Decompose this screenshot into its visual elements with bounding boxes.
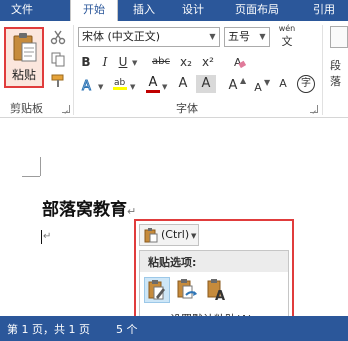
tab-references[interactable]: 引用 xyxy=(304,0,344,21)
shrink-font-arrow-icon: ▼ xyxy=(264,78,271,87)
svg-text:文: 文 xyxy=(282,34,293,46)
tab-insert[interactable]: 插入 xyxy=(124,0,164,21)
paste-options-heading: 粘贴选项: xyxy=(140,251,288,272)
paste-options-button[interactable]: (Ctrl) ▼ xyxy=(139,224,199,246)
chevron-down-icon: ▼ xyxy=(191,232,197,240)
font-color-button[interactable]: A xyxy=(146,75,160,93)
clear-formatting-icon[interactable]: A xyxy=(230,54,246,70)
copy-icon[interactable] xyxy=(50,51,66,67)
paragraph-mark: ↵ xyxy=(127,205,137,218)
tab-design[interactable]: 设计 xyxy=(172,0,214,21)
underline-dropdown-icon[interactable]: ▼ xyxy=(132,59,137,67)
ribbon-tab-bar: 文件 开始 插入 设计 页面布局 引用 xyxy=(0,0,348,21)
paste-icon xyxy=(13,33,37,62)
font-dialog-launcher[interactable] xyxy=(310,105,318,113)
phonetic-guide-icon[interactable]: 文 xyxy=(279,34,295,46)
page-count-status[interactable]: 第 1 页，共 1 页 xyxy=(7,321,90,337)
font-size-value: 五号 xyxy=(228,30,250,43)
enclose-char-button[interactable]: 字 xyxy=(297,75,315,93)
text-effects-dropdown-icon[interactable]: ▼ xyxy=(98,83,103,91)
group-divider xyxy=(73,25,74,115)
merge-formatting-button[interactable] xyxy=(174,277,200,303)
merge-formatting-icon xyxy=(177,279,197,299)
clipboard-group-label: 剪贴板 xyxy=(10,102,43,115)
paste-options-shortcut: (Ctrl) xyxy=(161,228,190,241)
shrink-font-button[interactable]: A xyxy=(176,75,190,93)
page-corner-mark xyxy=(40,157,41,176)
italic-button[interactable]: I xyxy=(98,53,112,71)
svg-text:A: A xyxy=(215,289,225,303)
underline-button[interactable]: U xyxy=(116,53,130,71)
keep-text-only-button[interactable]: A xyxy=(204,277,230,303)
paste-label: 粘贴 xyxy=(11,68,36,82)
strikethrough-button[interactable]: abc xyxy=(150,53,172,71)
tab-file[interactable]: 文件 xyxy=(0,0,44,21)
font-name-combo[interactable]: 宋体 (中文正文) ▼ xyxy=(78,27,220,47)
paragraph-group-label-partial: 段落 xyxy=(330,59,341,88)
svg-text:ab: ab xyxy=(114,78,126,88)
subscript-button[interactable]: x₂ xyxy=(178,53,194,71)
paste-button[interactable]: 粘贴 xyxy=(4,27,44,88)
document-heading[interactable]: 部落窝教育↵ xyxy=(42,195,136,220)
keep-text-only-icon: A xyxy=(207,279,225,303)
page-corner-mark xyxy=(22,176,40,177)
grow-font-arrow-icon: ▲ xyxy=(240,76,247,85)
font-name-value: 宋体 (中文正文) xyxy=(82,30,161,43)
paragraph-mark: ↵ xyxy=(43,231,52,242)
chevron-down-icon[interactable]: ▼ xyxy=(256,28,269,46)
group-divider xyxy=(322,25,323,115)
font-group-label: 字体 xyxy=(176,102,198,115)
superscript-button[interactable]: x² xyxy=(200,53,216,71)
shrink-font-size-button[interactable]: A xyxy=(252,79,264,97)
document-heading-text: 部落窝教育 xyxy=(42,200,127,220)
tab-home[interactable]: 开始 xyxy=(70,0,118,21)
format-painter-icon[interactable] xyxy=(50,73,66,89)
change-case-button[interactable]: A xyxy=(276,75,290,93)
ribbon: 粘贴 剪贴板 宋体 (中文正文) ▼ 五号 ▼ wén 文 B I U ▼ ab… xyxy=(0,21,348,118)
char-shading-button[interactable]: A xyxy=(196,75,216,93)
paragraph-style-box[interactable] xyxy=(330,26,348,48)
clipboard-dialog-launcher[interactable] xyxy=(62,105,70,113)
text-cursor xyxy=(41,230,42,244)
highlight-dropdown-icon[interactable]: ▼ xyxy=(130,83,135,91)
status-bar: 第 1 页，共 1 页 5 个 xyxy=(0,316,348,341)
chevron-down-icon[interactable]: ▼ xyxy=(206,28,219,46)
bold-button[interactable]: B xyxy=(78,53,94,71)
grow-font-button[interactable]: A xyxy=(226,77,240,95)
keep-source-formatting-icon xyxy=(148,280,165,300)
phonetic-guide-label: wén xyxy=(278,24,296,33)
tab-page-layout[interactable]: 页面布局 xyxy=(224,0,290,21)
keep-source-formatting-button[interactable] xyxy=(144,277,170,303)
clipboard-icon xyxy=(144,228,158,243)
font-size-combo[interactable]: 五号 ▼ xyxy=(224,27,270,47)
text-effects-icon[interactable]: A xyxy=(80,77,96,94)
font-color-dropdown-icon[interactable]: ▼ xyxy=(162,83,167,91)
word-count-status[interactable]: 5 个 xyxy=(116,321,138,337)
cut-icon[interactable] xyxy=(50,29,66,45)
svg-text:A: A xyxy=(82,79,91,93)
highlight-icon[interactable]: ab xyxy=(112,75,128,91)
paste-options-heading-text: 粘贴选项: xyxy=(148,256,197,269)
